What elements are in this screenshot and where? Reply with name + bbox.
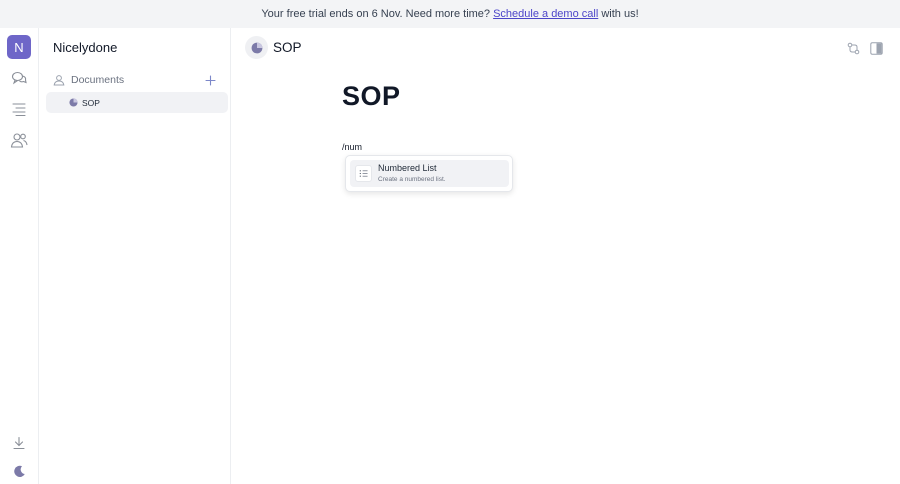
user-icon — [53, 74, 65, 86]
download-icon[interactable] — [10, 434, 28, 452]
moon-icon[interactable] — [10, 462, 28, 480]
pie-icon — [251, 42, 262, 53]
banner-text: Your free trial ends on 6 Nov. Need more… — [261, 8, 494, 20]
documents-section[interactable]: Documents — [47, 70, 223, 90]
slash-command-menu: Numbered List Create a numbered list. — [345, 155, 513, 192]
page-title[interactable]: SOP — [342, 81, 401, 112]
menu-lines-icon[interactable] — [10, 100, 28, 118]
slash-command-input[interactable]: /num — [342, 142, 362, 152]
menu-item-description: Create a numbered list. — [378, 176, 446, 183]
menu-item-title: Numbered List — [378, 163, 437, 173]
documents-section-label: Documents — [71, 74, 125, 86]
share-icon[interactable] — [846, 41, 860, 55]
workspace-name: Nicelydone — [53, 40, 118, 55]
page-breadcrumb-title: SOP — [273, 40, 302, 55]
plus-icon[interactable] — [203, 73, 217, 87]
page-icon-badge[interactable] — [245, 36, 268, 59]
sidebar: Nicelydone Documents SOP — [39, 28, 231, 484]
sidebar-item-label: SOP — [82, 97, 100, 108]
banner-text-end: with us! — [598, 8, 639, 20]
chat-bubbles-icon[interactable] — [10, 69, 28, 87]
trial-banner: Your free trial ends on 6 Nov. Need more… — [0, 0, 900, 28]
menu-item-numbered-list[interactable]: Numbered List Create a numbered list. — [350, 160, 509, 187]
users-icon[interactable] — [10, 131, 28, 149]
pie-icon — [69, 98, 78, 107]
sidebar-item-sop[interactable]: SOP — [46, 92, 228, 113]
schedule-demo-link[interactable]: Schedule a demo call — [493, 8, 598, 20]
split-panel-icon[interactable] — [869, 41, 883, 55]
numbered-list-icon — [355, 165, 372, 182]
icon-rail: N — [0, 28, 39, 484]
workspace-avatar[interactable]: N — [7, 35, 31, 59]
